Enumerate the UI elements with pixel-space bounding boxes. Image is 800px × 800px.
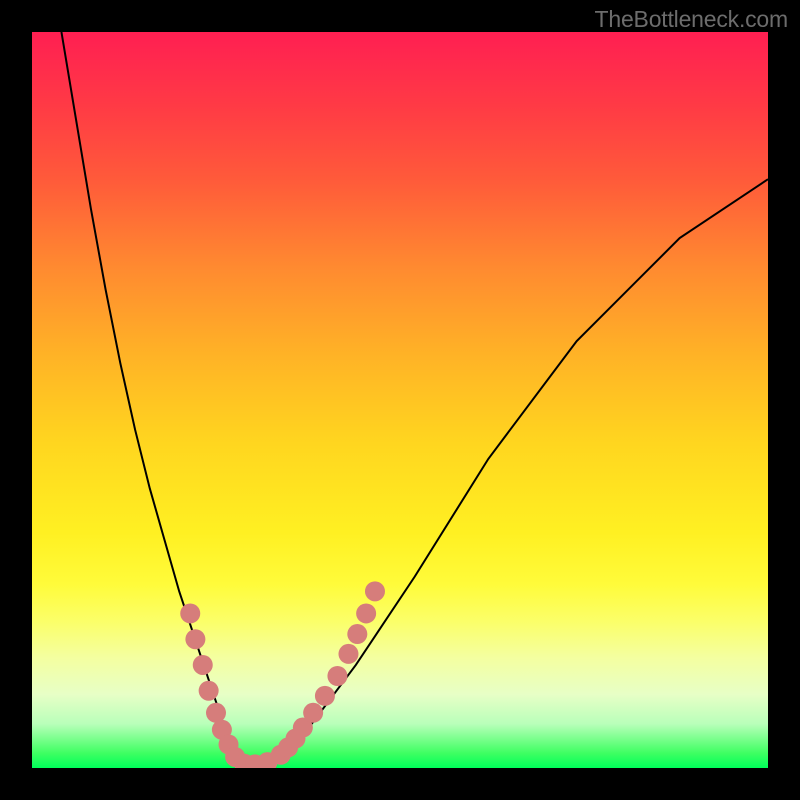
marker-dot — [180, 603, 200, 623]
curve-path — [61, 32, 768, 764]
watermark-text: TheBottleneck.com — [595, 6, 788, 33]
markers-layer — [180, 581, 385, 768]
marker-dot — [356, 603, 376, 623]
marker-dot — [185, 629, 205, 649]
marker-dot — [193, 655, 213, 675]
chart-plot-area — [32, 32, 768, 768]
curve-layer — [61, 32, 768, 764]
marker-dot — [199, 681, 219, 701]
marker-dot — [365, 581, 385, 601]
marker-dot — [327, 666, 347, 686]
marker-dot — [338, 644, 358, 664]
marker-dot — [347, 624, 367, 644]
chart-frame: TheBottleneck.com — [0, 0, 800, 800]
marker-dot — [315, 686, 335, 706]
chart-svg — [32, 32, 768, 768]
marker-dot — [303, 703, 323, 723]
